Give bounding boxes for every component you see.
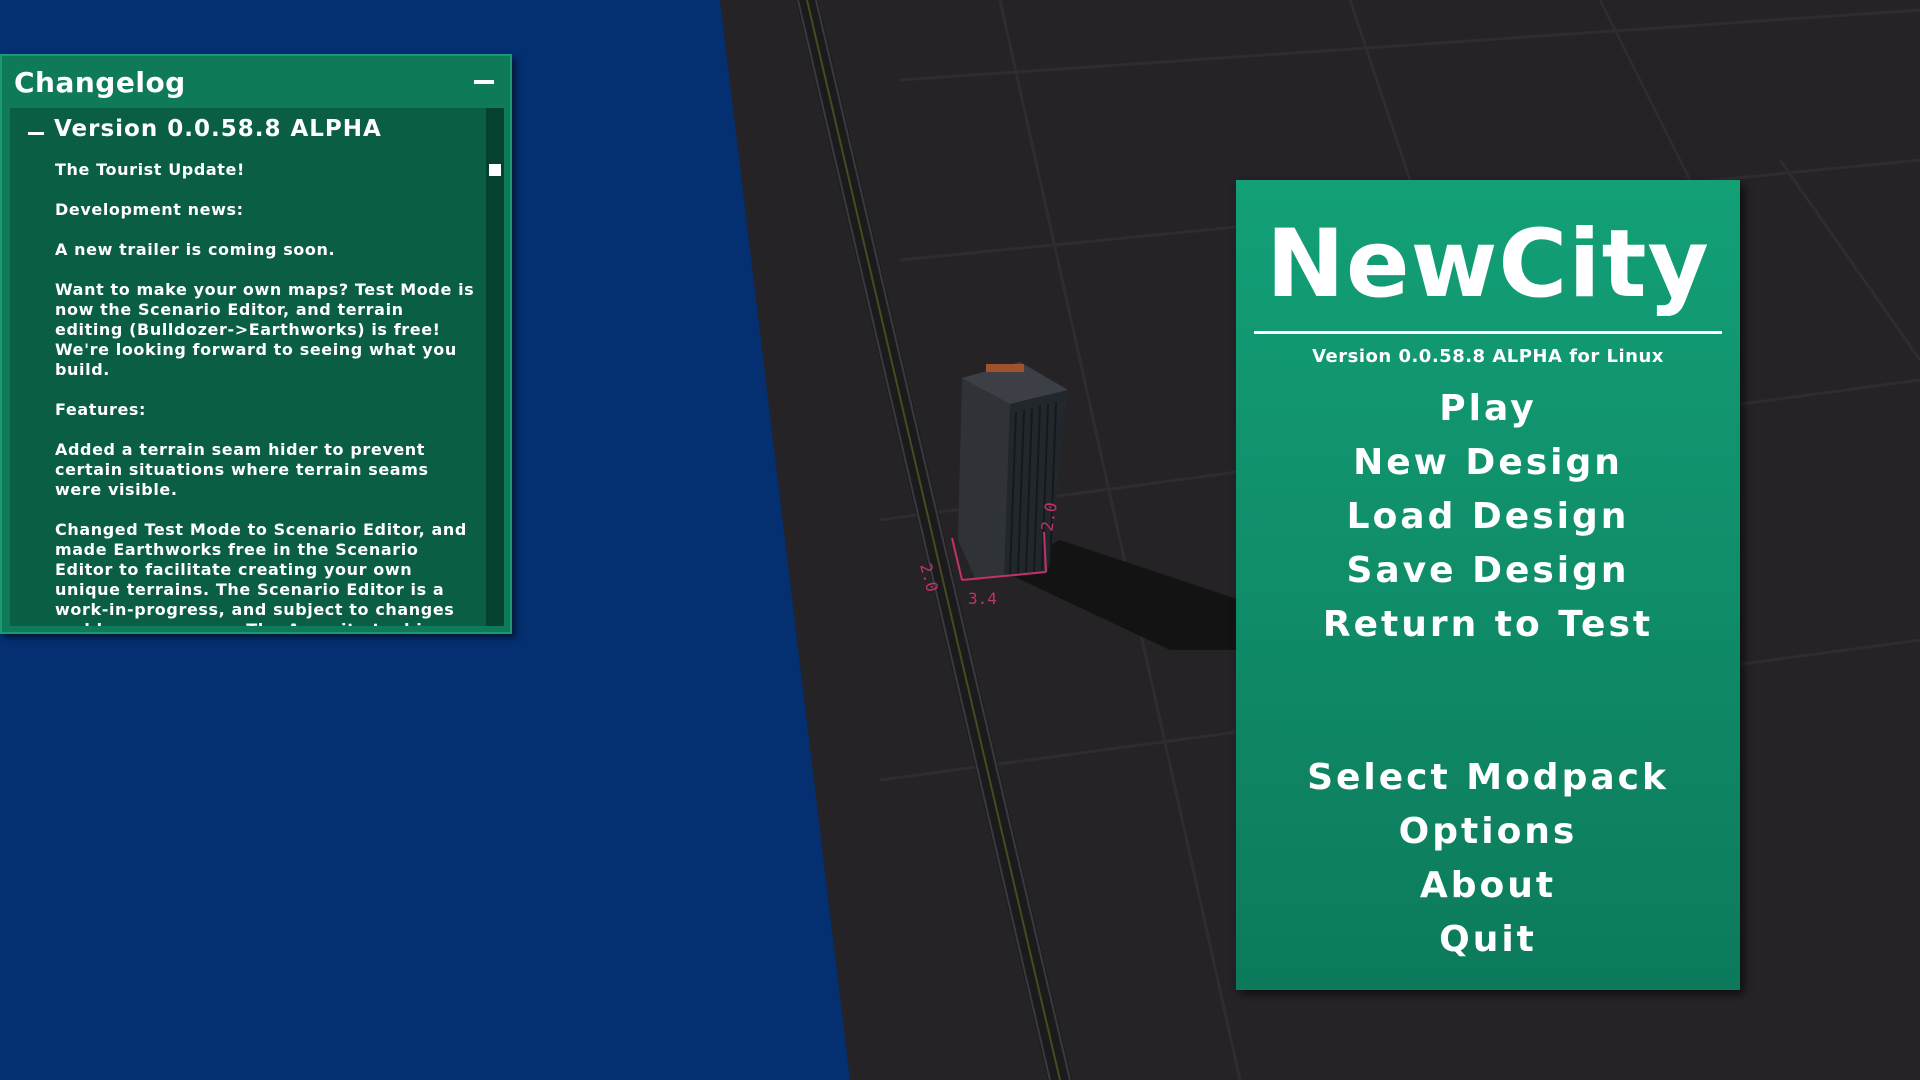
collapse-icon[interactable] (28, 132, 44, 135)
changelog-title: Changelog (14, 66, 186, 99)
select-modpack-button[interactable]: Select Modpack (1236, 757, 1740, 798)
version-label: Version 0.0.58.8 ALPHA for Linux (1312, 346, 1664, 367)
building (958, 362, 1068, 580)
title-divider (1254, 331, 1722, 334)
changelog-scrollbar[interactable] (486, 108, 504, 626)
new-design-button[interactable]: New Design (1236, 442, 1740, 483)
options-button[interactable]: Options (1236, 811, 1740, 852)
changelog-entries: The Tourist Update! Development news: A … (55, 160, 475, 626)
changelog-entry: The Tourist Update! (55, 160, 245, 179)
quit-button[interactable]: Quit (1236, 919, 1740, 960)
changelog-entry: Development news: (55, 200, 244, 219)
minimize-icon[interactable] (474, 80, 494, 84)
changelog-version-heading[interactable]: Version 0.0.58.8 ALPHA (54, 116, 382, 142)
changelog-entry: Want to make your own maps? Test Mode is… (55, 280, 481, 379)
changelog-entry: Changed Test Mode to Scenario Editor, an… (55, 520, 467, 626)
changelog-entry: A new trailer is coming soon. (55, 240, 336, 259)
main-menu: NewCity Version 0.0.58.8 ALPHA for Linux… (1236, 180, 1740, 990)
changelog-body[interactable]: Version 0.0.58.8 ALPHA The Tourist Updat… (10, 108, 486, 626)
changelog-entry: Features: (55, 400, 147, 419)
scrollbar-thumb[interactable] (489, 164, 501, 176)
changelog-window: Changelog Version 0.0.58.8 ALPHA The Tou… (0, 54, 512, 634)
about-button[interactable]: About (1236, 865, 1740, 906)
save-design-button[interactable]: Save Design (1236, 550, 1740, 591)
play-button[interactable]: Play (1236, 388, 1740, 429)
changelog-header: Changelog (2, 56, 510, 108)
game-title: NewCity (1266, 210, 1710, 319)
changelog-entry: Added a terrain seam hider to prevent ce… (55, 440, 435, 499)
dimension-label-bottom: 3.4 (968, 589, 997, 608)
load-design-button[interactable]: Load Design (1236, 496, 1740, 537)
return-to-test-button[interactable]: Return to Test (1236, 604, 1740, 645)
